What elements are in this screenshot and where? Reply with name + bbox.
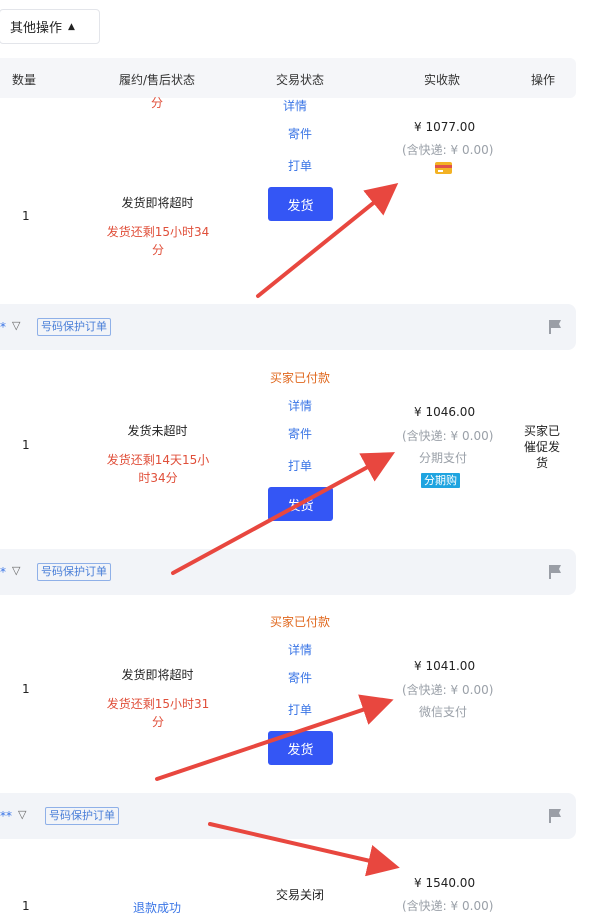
order-3-detail-link[interactable]: 详情 [288, 641, 312, 658]
order-1-shipping-fee: (含快递: ¥ 0.00) [402, 143, 494, 157]
order-3-header-band: * ▽ 号码保护订单 [0, 549, 576, 595]
order-1-send-link[interactable]: 寄件 [288, 125, 312, 142]
order-3-shipping-fee: (含快递: ¥ 0.00) [402, 683, 494, 697]
other-operations-label: 其他操作 [10, 21, 63, 36]
flag-icon[interactable] [548, 808, 562, 827]
flag-icon[interactable] [548, 564, 562, 583]
column-header-received: 实收款 [424, 73, 461, 87]
order-4-trade-status: 交易关闭 [276, 888, 325, 902]
order-2-header-band: * ▽ 号码保护订单 [0, 304, 576, 350]
order-3-fulfillment-status: 发货即将超时 [121, 668, 194, 682]
flag-icon[interactable] [548, 319, 562, 338]
order-2-ship-button[interactable]: 发货 [268, 487, 333, 521]
order-3-amount: ¥ 1041.00 [414, 659, 476, 673]
order-2-shipping-fee: (含快递: ¥ 0.00) [402, 429, 494, 443]
order-3-qty: 1 [22, 682, 30, 696]
number-protection-tag: 号码保护订单 [37, 318, 111, 336]
order-2-fulfillment-status: 发货未超时 [127, 424, 188, 438]
column-header-trade-status: 交易状态 [276, 73, 325, 87]
order-2-qty: 1 [22, 438, 30, 452]
order-3-ship-button[interactable]: 发货 [268, 731, 333, 765]
column-header-action: 操作 [531, 73, 556, 87]
number-protection-tag: 号码保护订单 [37, 563, 111, 581]
order-4-amount: ¥ 1540.00 [414, 876, 476, 890]
order-3-trade-status: 买家已付款 [270, 615, 331, 629]
order-4-header-band: ** ▽ 号码保护订单 [0, 793, 576, 839]
filter-icon[interactable]: ▽ [12, 319, 20, 332]
column-header-qty: 数量 [12, 73, 37, 87]
masked-order-id: * [0, 565, 6, 579]
order-2-detail-link[interactable]: 详情 [288, 397, 312, 414]
filter-icon[interactable]: ▽ [18, 808, 26, 821]
masked-order-id: * [0, 320, 6, 334]
column-header-fulfillment: 履约/售后状态 [119, 73, 196, 87]
order-1-amount: ¥ 1077.00 [414, 120, 476, 134]
chevron-up-icon: ▲ [68, 21, 75, 32]
order-3-print-link[interactable]: 打单 [288, 701, 312, 718]
other-operations-dropdown[interactable]: 其他操作 ▲ [0, 9, 100, 44]
order-3-send-link[interactable]: 寄件 [288, 669, 312, 686]
order-1-qty: 1 [22, 209, 30, 223]
number-protection-tag: 号码保护订单 [45, 807, 119, 825]
installment-badge: 分期购 [421, 472, 460, 488]
partial-status-tail: 分 [151, 96, 164, 110]
order-3-pay-method: 微信支付 [419, 705, 468, 719]
order-1-detail-link[interactable]: 详情 [283, 97, 307, 114]
order-1-print-link[interactable]: 打单 [288, 157, 312, 174]
order-2-remaining-time: 发货还剩14天15小时34分 [106, 453, 210, 485]
order-2-print-link[interactable]: 打单 [288, 457, 312, 474]
credit-card-icon [435, 162, 452, 174]
order-1-remaining-time: 发货还剩15小时34分 [106, 225, 210, 257]
order-2-amount: ¥ 1046.00 [414, 405, 476, 419]
order-2-send-link[interactable]: 寄件 [288, 425, 312, 442]
order-1-fulfillment-status: 发货即将超时 [121, 196, 194, 210]
order-2-pay-method: 分期支付 [419, 451, 468, 465]
order-3-remaining-time: 发货还剩15小时31分 [106, 697, 210, 729]
order-4-refund-status[interactable]: 退款成功 [133, 899, 181, 916]
masked-order-id: ** [0, 809, 12, 823]
order-1-ship-button[interactable]: 发货 [268, 187, 333, 221]
filter-icon[interactable]: ▽ [12, 564, 20, 577]
order-2-buyer-urged-note: 买家已催促发货 [523, 424, 560, 470]
order-4-qty: 1 [22, 899, 30, 913]
order-2-trade-status: 买家已付款 [270, 371, 331, 385]
